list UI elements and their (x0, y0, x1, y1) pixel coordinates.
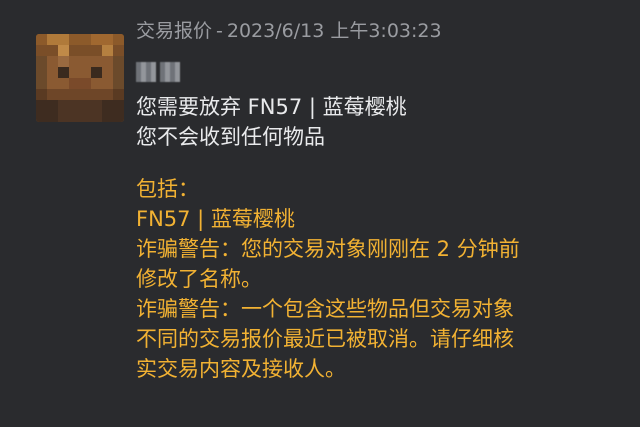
chat-message-panel: 交易报价 -2023/6/13 上午3:03:23 您需要放弃 FN57 | 蓝莓… (0, 0, 640, 427)
message-timestamp: 2023/6/13 上午3:03:23 (226, 20, 442, 42)
scam-warning-1-line-1: 诈骗警告：您的交易对象刚刚在 2 分钟前 (136, 237, 520, 261)
message-body: 您需要放弃 FN57 | 蓝莓樱桃 您不会收到任何物品 包括： FN57 | 蓝… (136, 92, 626, 384)
message-header: 交易报价 -2023/6/13 上午3:03:23 (136, 16, 442, 43)
obscured-text-block (136, 62, 156, 82)
scam-warning-1-line-2: 修改了名称。 (136, 267, 262, 291)
pixel-avatar-icon (36, 34, 124, 122)
give-items-line: 您需要放弃 FN57 | 蓝莓樱桃 (136, 95, 407, 119)
obscured-text-block (160, 62, 180, 82)
scam-warning-2-line-2: 不同的交易报价最近已被取消。请仔细核 (136, 327, 514, 351)
header-separator: - (216, 20, 223, 42)
sender-name-obscured (136, 62, 186, 82)
avatar[interactable] (36, 34, 124, 122)
scam-warning-2-line-3: 实交易内容及接收人。 (136, 357, 346, 381)
receive-items-line: 您不会收到任何物品 (136, 125, 325, 149)
included-item: FN57 | 蓝莓樱桃 (136, 207, 295, 231)
message-title: 交易报价 (136, 20, 213, 42)
includes-label: 包括： (136, 177, 199, 201)
scam-warning-2-line-1: 诈骗警告：一个包含这些物品但交易对象 (136, 297, 514, 321)
